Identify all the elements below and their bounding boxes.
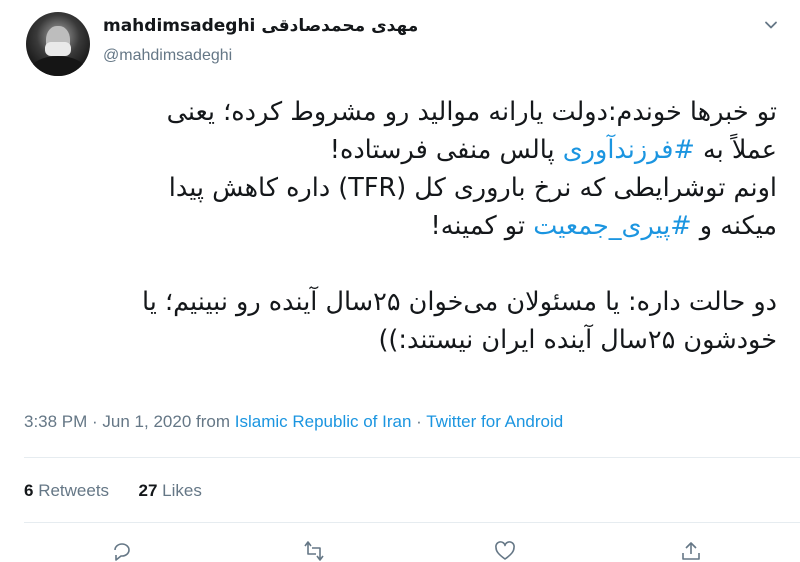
tweet-text-segment: تو کمینه! <box>430 211 534 241</box>
tweet-text-segment: اونم توشرایطی که نرخ باروری کل (TFR) دار… <box>168 173 777 203</box>
likes-label: Likes <box>157 481 202 500</box>
tweet-text-line: عملاً به #فرزندآوری پالس منفی فرستاده! <box>15 131 777 169</box>
share-icon[interactable] <box>680 540 702 562</box>
display-name[interactable]: mahdimsadeghi مهدی محمدصادقی <box>103 14 418 38</box>
tweet-text-line: میکنه و #پیری_جمعیت تو کمینه! <box>15 207 777 245</box>
likes-count: 27 <box>138 481 158 500</box>
meta-separator: · <box>87 412 103 431</box>
location-link[interactable]: Islamic Republic of Iran <box>235 412 412 431</box>
tweet-time[interactable]: 3:38 PM <box>24 412 87 431</box>
reply-icon[interactable] <box>111 540 133 562</box>
tweet-actions <box>0 540 800 561</box>
tweet-text-segment: عملاً به <box>694 135 777 165</box>
tweet-text-segment: تو خبرها خوندم:دولت یارانه موالید رو مشر… <box>166 97 777 127</box>
tweet-text-line: دو حالت داره: یا مسئولان می‌خوان ۲۵سال آ… <box>15 283 777 321</box>
tweet-text-segment: پالس منفی فرستاده! <box>329 135 563 165</box>
retweets-stat[interactable]: 6 Retweets <box>24 481 109 500</box>
tweet-text-line: اونم توشرایطی که نرخ باروری کل (TFR) دار… <box>15 169 777 207</box>
tweet-text-line: تو خبرها خوندم:دولت یارانه موالید رو مشر… <box>15 93 777 131</box>
retweets-label: Retweets <box>33 481 110 500</box>
tweet-text-segment: خودشون ۲۵سال آینده ایران نیستند:)) <box>378 325 777 355</box>
hashtag-link[interactable]: #پیری_جمعیت <box>533 211 691 241</box>
chevron-down-icon[interactable] <box>764 18 778 32</box>
user-info: mahdimsadeghi مهدی محمدصادقی @mahdimsade… <box>103 14 418 68</box>
likes-stat[interactable]: 27 Likes <box>139 481 202 500</box>
avatar[interactable] <box>26 12 90 76</box>
tweet-meta: 3:38 PM · Jun 1, 2020 from Islamic Repub… <box>24 410 563 434</box>
source-link[interactable]: Twitter for Android <box>426 412 563 431</box>
divider <box>24 457 800 458</box>
meta-from-label: from <box>191 412 235 431</box>
heart-icon[interactable] <box>494 540 516 562</box>
tweet-stats: 6 Retweets 27 Likes <box>24 479 202 503</box>
tweet-date[interactable]: Jun 1, 2020 <box>102 412 191 431</box>
tweet-text-segment: میکنه و <box>691 211 777 241</box>
tweet-text-segment: دو حالت داره: یا مسئولان می‌خوان ۲۵سال آ… <box>142 287 777 317</box>
user-handle[interactable]: @mahdimsadeghi <box>103 44 418 68</box>
retweet-icon[interactable] <box>303 540 325 562</box>
divider <box>24 522 800 523</box>
hashtag-link[interactable]: #فرزندآوری <box>563 135 695 165</box>
tweet-text-line: خودشون ۲۵سال آینده ایران نیستند:)) <box>15 321 777 359</box>
tweet-text: تو خبرها خوندم:دولت یارانه موالید رو مشر… <box>15 93 777 359</box>
meta-separator: · <box>411 412 427 431</box>
